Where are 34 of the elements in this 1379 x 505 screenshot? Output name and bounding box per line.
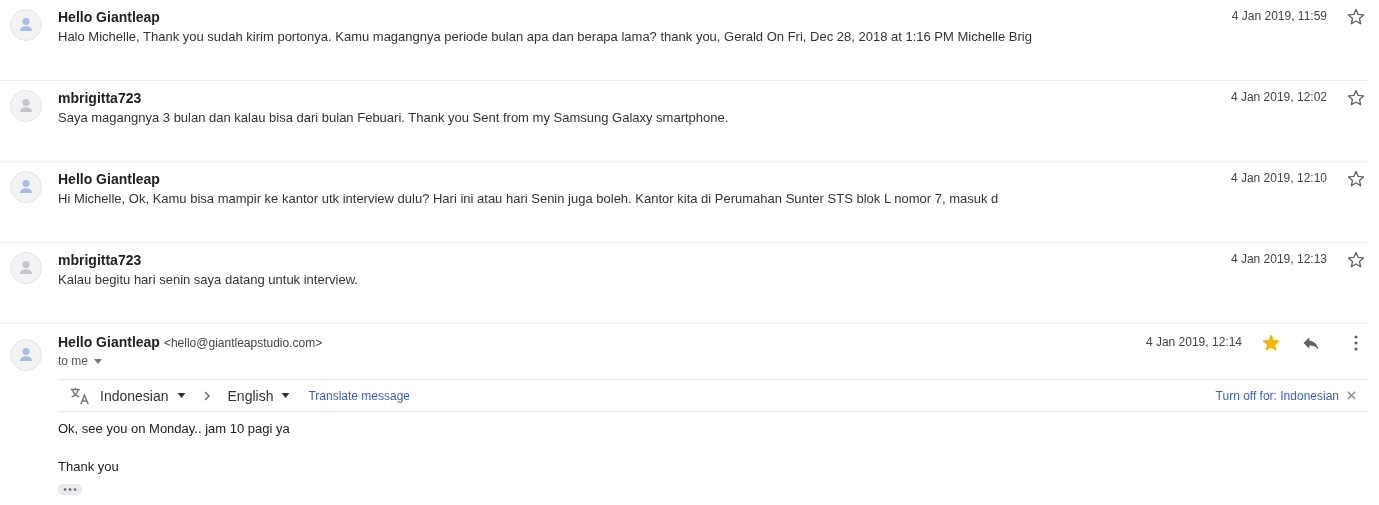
- star-icon[interactable]: [1346, 88, 1366, 108]
- message-snippet: Kalau begitu hari senin saya datang untuk interview.: [58, 271, 359, 289]
- message-date: 4 Jan 2019, 12:02: [1230, 90, 1327, 104]
- message-snippet: Halo Michelle, Thank you sudah kirim portonya. Kamu magangnya periode bulan apa dan berapa lama? thank you, Gerald On Fri, Dec 28, 2018 at 1:16 PM Michelle Brig: [58, 28, 1033, 46]
- sender-name: Hello Giantleap: [58, 170, 161, 188]
- message-date: 4 Jan 2019, 11:59: [1231, 9, 1327, 23]
- message-date: 4 Jan 2019, 12:10: [1230, 171, 1327, 185]
- star-icon[interactable]: [1346, 7, 1366, 27]
- close-icon[interactable]: [1347, 391, 1356, 400]
- target-language-dropdown[interactable]: English: [223, 387, 295, 404]
- message-date: 4 Jan 2019, 12:13: [1230, 252, 1327, 266]
- sender-name: mbrigitta723: [58, 251, 143, 269]
- caret-icon: [281, 393, 291, 398]
- source-language-dropdown[interactable]: Indonesian: [96, 387, 190, 404]
- more-icon[interactable]: [1354, 335, 1358, 351]
- message-snippet: Hi Michelle, Ok, Kamu bisa mampir ke kantor utk interview dulu? Hari ini atau hari Senin juga boleh. Kantor kita di Perumahan Sunter STS blok L nomor 7, masuk d: [58, 190, 1000, 208]
- sender-name: Hello Giantleap: [58, 8, 161, 26]
- message-date: 4 Jan 2019, 12:14: [1145, 335, 1242, 349]
- message-snippet: Saya magangnya 3 bulan dan kalau bisa dari bulan Febuari. Thank you Sent from my Samsung Galaxy smartphone.: [58, 109, 730, 127]
- show-trimmed-content-icon[interactable]: [58, 484, 82, 495]
- message-body-text: Ok, see you on Monday.. jam 10 pagi ya: [58, 420, 291, 438]
- message-body-text: Thank you: [58, 458, 120, 476]
- sender-name: Hello Giantleap: [58, 333, 160, 351]
- caret-icon: [176, 393, 186, 398]
- recipient-label: to me: [58, 354, 88, 368]
- star-icon[interactable]: [1346, 169, 1366, 189]
- translate-message-link[interactable]: Translate message: [308, 388, 411, 403]
- star-icon[interactable]: [1261, 333, 1281, 353]
- turn-off-link[interactable]: Turn off for: Indonesian: [1215, 388, 1339, 403]
- star-icon[interactable]: [1346, 250, 1366, 270]
- sender-name: mbrigitta723: [58, 89, 143, 107]
- caret-icon[interactable]: [94, 358, 102, 364]
- sender-address: <hello@giantleapstudio.com>: [163, 336, 323, 350]
- chevron-right-icon: [203, 390, 210, 401]
